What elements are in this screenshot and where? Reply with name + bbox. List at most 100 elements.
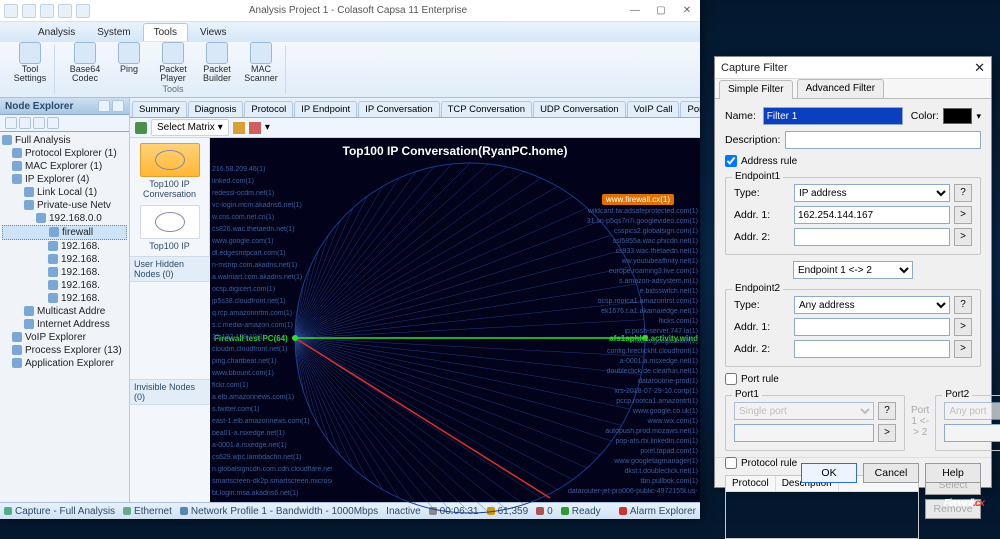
more-button[interactable]: > <box>954 206 972 224</box>
hidden-nodes-section[interactable]: User Hidden Nodes (0) <box>130 256 210 379</box>
chevron-down-icon[interactable]: ▾ <box>265 122 270 133</box>
ribbon-tab-system[interactable]: System <box>87 24 140 41</box>
address-rule-checkbox[interactable] <box>725 155 737 167</box>
tab-ip-endpoint[interactable]: IP Endpoint <box>294 101 357 117</box>
ping-button[interactable]: Ping <box>109 42 149 83</box>
help-button[interactable]: ? <box>954 296 972 314</box>
help-button[interactable]: Help <box>925 463 981 483</box>
tab-port[interactable]: Port <box>680 101 700 117</box>
expand-icon[interactable] <box>5 117 17 129</box>
tree-item[interactable]: Process Explorer (13) <box>2 344 127 357</box>
tree-item[interactable]: Link Local (1) <box>2 186 127 199</box>
tree-item[interactable]: 192.168. <box>2 253 127 266</box>
tree-item[interactable]: MAC Explorer (1) <box>2 160 127 173</box>
matrix-thumb[interactable]: Top100 IP <box>134 205 206 251</box>
add-icon[interactable] <box>135 122 147 134</box>
tree-item[interactable]: VoIP Explorer <box>2 331 127 344</box>
status-capture[interactable]: Capture - Full Analysis <box>4 506 115 517</box>
tree-item[interactable]: Application Explorer <box>2 357 127 370</box>
dialog-title: Capture Filter <box>721 62 788 74</box>
tab-udp-conversation[interactable]: UDP Conversation <box>533 101 626 117</box>
port2-group: Port2 Any port? > <box>935 395 1000 451</box>
chevron-down-icon: ▾ <box>218 122 223 133</box>
minimize-button[interactable]: — <box>626 5 644 16</box>
tree-item[interactable]: Protocol Explorer (1) <box>2 147 127 160</box>
tree-item[interactable]: 192.168. <box>2 240 127 253</box>
tree-item[interactable]: 192.168. <box>2 266 127 279</box>
color-picker[interactable] <box>943 108 973 124</box>
qat-button[interactable] <box>22 4 36 18</box>
node-label: ssl5855a.wac.phicdn.net(1) <box>613 238 698 245</box>
maximize-button[interactable]: ▢ <box>652 5 670 16</box>
more-button[interactable]: > <box>954 340 972 358</box>
invisible-nodes-section[interactable]: Invisible Nodes (0) <box>130 379 210 502</box>
tab-voip-call[interactable]: VoIP Call <box>627 101 680 117</box>
panel-tool-icon[interactable] <box>112 100 124 112</box>
panel-tool-icon[interactable] <box>98 100 110 112</box>
base64-codec-button[interactable]: Base64 Codec <box>65 42 105 83</box>
tree-item[interactable]: 192.168.0.0 <box>2 212 127 225</box>
tab-simple-filter[interactable]: Simple Filter <box>719 80 793 99</box>
tab-tcp-conversation[interactable]: TCP Conversation <box>441 101 532 117</box>
tab-ip-conversation[interactable]: IP Conversation <box>358 101 439 117</box>
ep1-addr2-input[interactable] <box>794 228 950 246</box>
ep1-type-select[interactable]: IP address <box>794 184 950 202</box>
select-matrix-dropdown[interactable]: Select Matrix▾ <box>151 119 229 136</box>
tab-summary[interactable]: Summary <box>132 101 187 117</box>
status-adapter[interactable]: Ethernet <box>123 506 172 517</box>
tool-settings-button[interactable]: Tool Settings <box>10 42 50 83</box>
tab-protocol[interactable]: Protocol <box>244 101 293 117</box>
node-tree[interactable]: Full AnalysisProtocol Explorer (1)MAC Ex… <box>0 132 129 502</box>
name-input[interactable] <box>763 107 903 125</box>
ep2-type-select[interactable]: Any address <box>794 296 950 314</box>
qat-button[interactable] <box>4 4 18 18</box>
node-label: www.google.com(1) <box>212 238 273 245</box>
qat-button[interactable] <box>40 4 54 18</box>
filter-icon[interactable] <box>47 117 59 129</box>
port2-type-select: Any port <box>944 402 1000 420</box>
ok-button[interactable]: OK <box>801 463 857 483</box>
tree-item[interactable]: 192.168. <box>2 279 127 292</box>
ep1-addr1-input[interactable] <box>794 206 950 224</box>
close-icon[interactable]: ✕ <box>974 60 985 76</box>
refresh-icon[interactable] <box>33 117 45 129</box>
ep2-addr1-input[interactable] <box>794 318 950 336</box>
port-rule-checkbox[interactable] <box>725 373 737 385</box>
direction-select[interactable]: Endpoint 1 <-> 2 <box>793 261 913 279</box>
tab-diagnosis[interactable]: Diagnosis <box>188 101 244 117</box>
mac-scanner-button[interactable]: MAC Scanner <box>241 42 281 83</box>
tree-item[interactable]: IP Explorer (4) <box>2 173 127 186</box>
more-button[interactable]: > <box>954 228 972 246</box>
packet-player-button[interactable]: Packet Player <box>153 42 193 83</box>
ribbon-tab-analysis[interactable]: Analysis <box>28 24 85 41</box>
close-button[interactable]: ✕ <box>678 5 696 16</box>
node-label: flckr.com(1) <box>212 382 248 389</box>
ribbon-tab-views[interactable]: Views <box>190 24 237 41</box>
qat-button[interactable] <box>58 4 72 18</box>
matrix-visualization[interactable]: Top100 IP Conversation(RyanPC.home) Fire… <box>210 138 700 502</box>
collapse-icon[interactable] <box>19 117 31 129</box>
tree-item[interactable]: Multicast Addre <box>2 305 127 318</box>
qat-button[interactable] <box>76 4 90 18</box>
quick-access-toolbar <box>4 4 90 18</box>
tree-item[interactable]: Internet Address <box>2 318 127 331</box>
ribbon-tab-tools[interactable]: Tools <box>143 23 188 41</box>
help-button[interactable]: ? <box>954 184 972 202</box>
tree-item[interactable]: 192.168. <box>2 292 127 305</box>
node-label: www.googletagmanager(1) <box>614 458 698 465</box>
tool-icon[interactable] <box>249 122 261 134</box>
tree-item[interactable]: Full Analysis <box>2 134 127 147</box>
tool-icon[interactable] <box>233 122 245 134</box>
description-input[interactable] <box>785 131 981 149</box>
protocol-rule-checkbox[interactable] <box>725 457 737 469</box>
cancel-button[interactable]: Cancel <box>863 463 919 483</box>
chevron-down-icon[interactable]: ▾ <box>976 111 981 122</box>
protocol-list[interactable]: ProtocolDescription <box>725 475 919 539</box>
more-button[interactable]: > <box>954 318 972 336</box>
tab-advanced-filter[interactable]: Advanced Filter <box>797 79 884 98</box>
matrix-thumb[interactable]: Top100 IP Conversation <box>134 143 206 199</box>
packet-builder-button[interactable]: Packet Builder <box>197 42 237 83</box>
tree-item[interactable]: firewall <box>2 225 127 240</box>
ep2-addr2-input[interactable] <box>794 340 950 358</box>
tree-item[interactable]: Private-use Netv <box>2 199 127 212</box>
